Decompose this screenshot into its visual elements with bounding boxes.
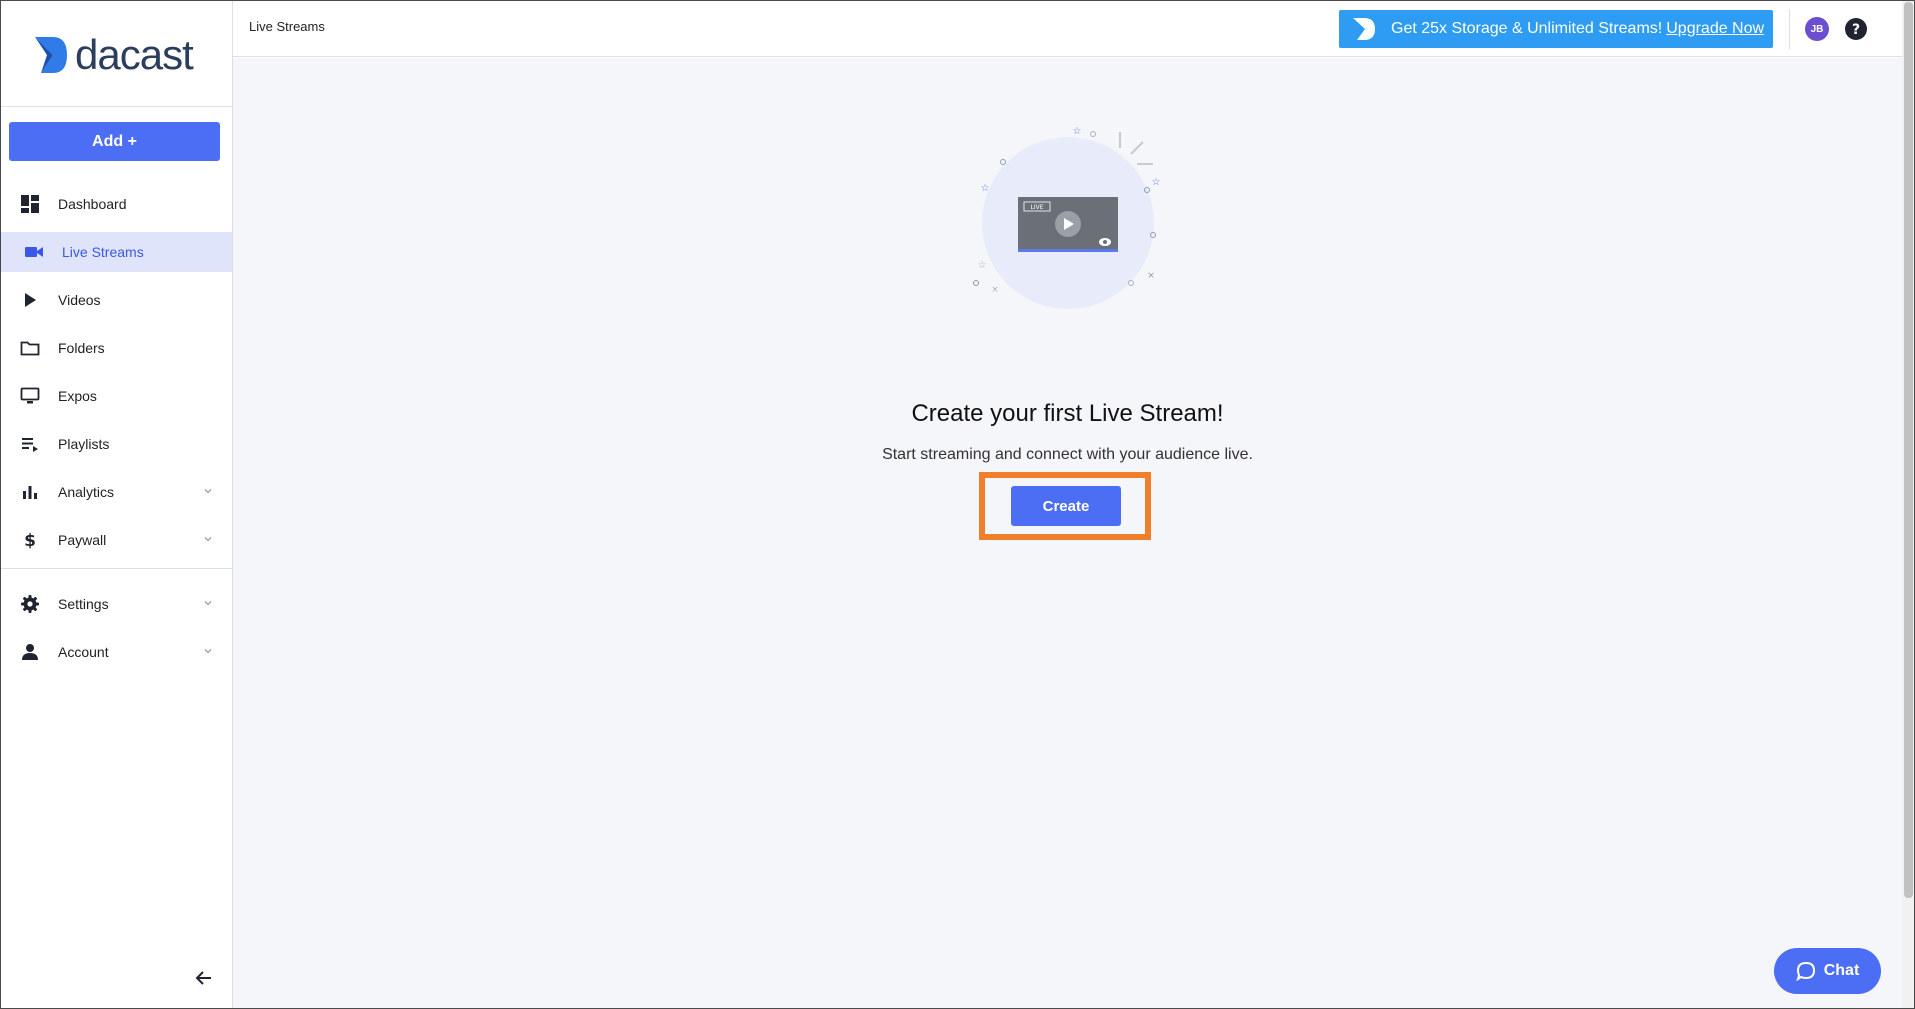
logo-divider — [0, 106, 232, 107]
arrow-left-icon[interactable] — [193, 967, 215, 989]
sidebar-item-label: Live Streams — [62, 244, 144, 260]
sidebar: dacast Add + Dashboard Live Streams Vide… — [0, 0, 233, 1009]
chevron-down-icon[interactable] — [202, 645, 214, 657]
sidebar-item-videos[interactable]: Videos — [0, 280, 232, 320]
chat-button[interactable]: Chat — [1774, 948, 1881, 994]
empty-state-title: Create your first Live Stream! — [911, 400, 1224, 427]
sidebar-item-playlists[interactable]: Playlists — [0, 424, 232, 464]
sidebar-item-label: Paywall — [58, 532, 107, 548]
add-button[interactable]: Add + — [9, 122, 220, 161]
empty-state-subtitle: Start streaming and connect with your au… — [882, 446, 1253, 463]
sidebar-item-label: Expos — [58, 388, 97, 404]
gear-icon — [21, 595, 39, 613]
chevron-down-icon[interactable] — [202, 533, 214, 545]
play-icon — [25, 293, 36, 307]
chat-label: Chat — [1823, 962, 1860, 979]
header-divider — [1789, 9, 1790, 49]
logo[interactable]: dacast — [33, 30, 194, 80]
nav-divider — [0, 568, 232, 569]
sidebar-item-label: Playlists — [58, 436, 110, 452]
sidebar-item-label: Folders — [58, 340, 105, 356]
breadcrumb: Live Streams — [249, 19, 325, 34]
avatar[interactable]: JB — [1805, 17, 1829, 41]
live-badge-text: LIVE — [1030, 204, 1043, 211]
monitor-icon — [20, 387, 40, 404]
sidebar-item-expos[interactable]: Expos — [0, 376, 232, 416]
playlist-icon — [22, 438, 38, 452]
main-content: LIVE ☆ ☆ ☆ ☆ × × Create your first Live … — [233, 58, 1902, 1009]
dacast-logo-icon — [1353, 18, 1375, 40]
svg-text:?: ? — [1852, 22, 1860, 38]
help-icon[interactable]: ? — [1844, 17, 1868, 41]
svg-text:☆: ☆ — [981, 183, 990, 194]
sidebar-item-label: Videos — [58, 292, 101, 308]
sidebar-item-label: Dashboard — [58, 196, 127, 212]
scrollbar-thumb[interactable] — [1904, 2, 1913, 898]
sidebar-item-dashboard[interactable]: Dashboard — [0, 184, 232, 224]
svg-text:×: × — [1147, 271, 1155, 281]
svg-text:☆: ☆ — [978, 260, 987, 271]
live-stream-illustration: LIVE ☆ ☆ ☆ ☆ × × — [973, 126, 1161, 309]
chevron-down-icon[interactable] — [202, 485, 214, 497]
folder-icon — [20, 341, 40, 356]
scrollbar[interactable] — [1902, 0, 1915, 1009]
svg-text:☆: ☆ — [1073, 126, 1082, 137]
svg-text:×: × — [991, 285, 999, 295]
sidebar-item-folders[interactable]: Folders — [0, 328, 232, 368]
bar-chart-icon — [23, 486, 37, 499]
sidebar-item-settings[interactable]: Settings — [0, 584, 232, 624]
chevron-down-icon[interactable] — [202, 597, 214, 609]
sidebar-item-paywall[interactable]: $ Paywall — [0, 520, 232, 560]
sidebar-nav: Dashboard Live Streams Videos Folders Ex… — [0, 184, 232, 680]
svg-text:$: $ — [24, 531, 36, 550]
sidebar-item-account[interactable]: Account — [0, 632, 232, 672]
sidebar-item-label: Account — [58, 644, 109, 660]
video-camera-icon — [25, 247, 43, 257]
dashboard-icon — [21, 195, 39, 213]
create-button[interactable]: Create — [1011, 486, 1121, 526]
dollar-icon: $ — [24, 531, 36, 550]
upgrade-now-link[interactable]: Upgrade Now — [1666, 20, 1764, 38]
chat-bubble-icon — [1796, 961, 1815, 981]
upgrade-banner[interactable]: Get 25x Storage & Unlimited Streams! Upg… — [1339, 10, 1773, 48]
person-icon — [22, 644, 38, 660]
sidebar-item-label: Settings — [58, 596, 109, 612]
top-header: Live Streams Get 25x Storage & Unlimited… — [233, 0, 1902, 57]
svg-text:☆: ☆ — [1152, 177, 1161, 188]
dacast-logo-icon — [35, 37, 67, 73]
sidebar-item-live-streams[interactable]: Live Streams — [0, 232, 232, 272]
sidebar-item-label: Analytics — [58, 484, 115, 500]
logo-text: dacast — [75, 31, 194, 78]
sidebar-item-analytics[interactable]: Analytics — [0, 472, 232, 512]
promo-text: Get 25x Storage & Unlimited Streams! — [1391, 20, 1663, 37]
